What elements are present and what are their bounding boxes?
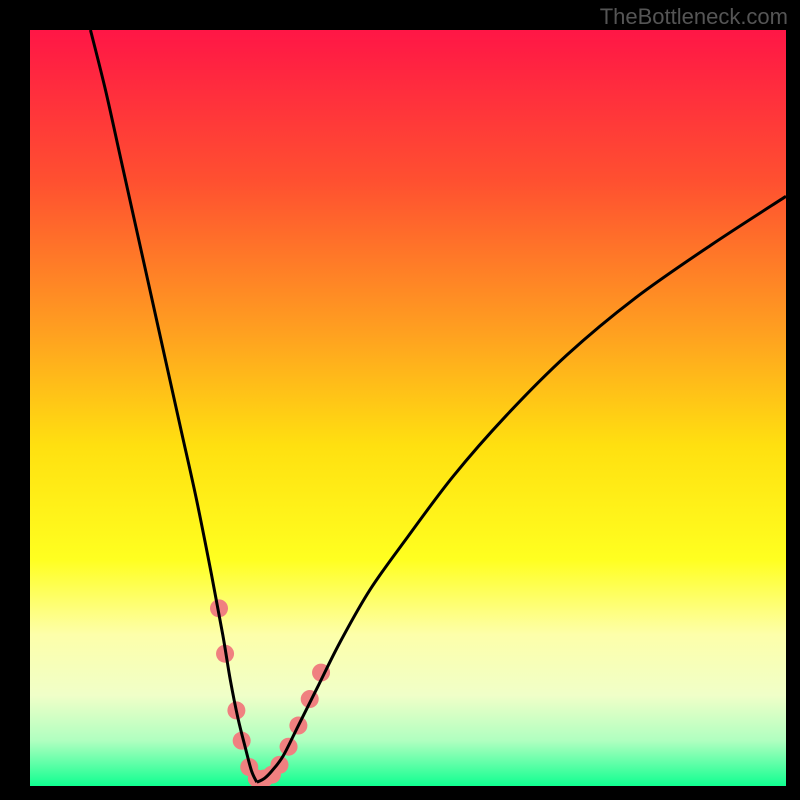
highlight-dots <box>210 599 330 786</box>
curve-layer <box>30 30 786 786</box>
curve-right-branch <box>257 196 786 782</box>
plot-area <box>30 30 786 786</box>
curve-left-branch <box>90 30 256 782</box>
chart-frame: TheBottleneck.com <box>0 0 800 800</box>
watermark-text: TheBottleneck.com <box>600 4 788 30</box>
